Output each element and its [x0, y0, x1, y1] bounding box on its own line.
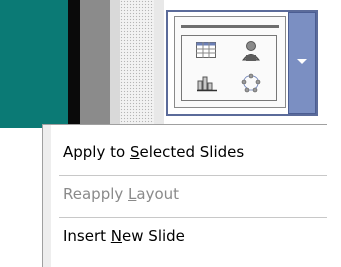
slide-layout-thumbnail[interactable] [166, 10, 318, 116]
smartart-icon [241, 73, 261, 93]
menu-separator [59, 175, 327, 176]
layout-dropdown-arrow[interactable] [288, 12, 316, 114]
theme-light-strip [110, 0, 120, 128]
menu-item-apply-to-selected-slides[interactable]: Apply to Selected Slides [63, 143, 244, 161]
menu-item-insert-new-slide[interactable]: Insert New Slide [63, 227, 185, 245]
theme-pattern-strip [120, 0, 154, 128]
theme-color-strip [0, 0, 68, 128]
layout-content-placeholder [181, 35, 277, 101]
theme-dark-strip [68, 0, 80, 128]
theme-gray-strip [80, 0, 110, 128]
menu-gutter [43, 125, 51, 267]
layout-title-placeholder [181, 25, 279, 28]
layout-preview [174, 16, 286, 108]
chart-icon [197, 76, 217, 92]
picture-icon [242, 41, 260, 61]
context-menu: Apply to Selected Slides Reapply Layout … [42, 124, 327, 267]
menu-separator [59, 217, 327, 218]
table-icon [196, 42, 216, 58]
theme-edge-strip [154, 0, 164, 128]
menu-item-reapply-layout: Reapply Layout [63, 185, 180, 203]
